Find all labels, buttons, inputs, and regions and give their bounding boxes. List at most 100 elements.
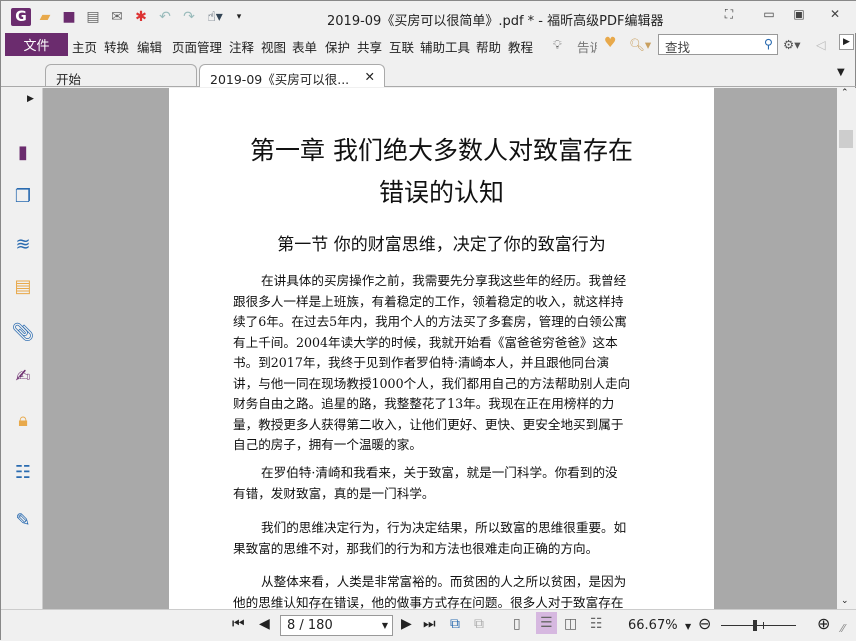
menu-view[interactable]: 视图 — [261, 37, 286, 56]
menu-page-management[interactable]: 页面管理 — [172, 37, 222, 56]
menu-connect[interactable]: 互联 — [389, 37, 414, 56]
zoom-dropdown-icon[interactable]: ▼ — [685, 622, 691, 631]
new-document-icon[interactable]: ✱ — [131, 8, 151, 26]
menu-help[interactable]: 帮助 — [476, 37, 501, 56]
zoom-slider-tick — [763, 622, 764, 629]
paragraph: 在罗伯特·清崎和我看来，关于致富，就是一门科学。你看到的没有错，发财致富，真的是… — [233, 463, 653, 504]
menu-edit[interactable]: 编辑 — [137, 37, 162, 56]
page-number-input[interactable]: 8 / 180 ▼ — [280, 615, 393, 636]
email-icon[interactable]: ✉ — [107, 8, 127, 26]
paragraph-line: 在罗伯特·清崎和我看来，关于致富，就是一门科学。你看到的没 — [261, 465, 618, 480]
last-page-icon[interactable]: ⏭ — [423, 616, 436, 632]
attachment-icon[interactable]: 📎︎ — [11, 320, 35, 344]
paragraph: 从整体来看，人类是非常富裕的。而贫困的人之所以贫困，是因为他的思维认知存在错误，… — [233, 572, 653, 609]
app-logo-icon: G — [11, 8, 31, 26]
maximize-button[interactable]: ▣ — [787, 7, 811, 25]
customize-toolbar-icon[interactable]: ▾ — [229, 8, 249, 26]
open-folder-icon[interactable]: ▰ — [35, 8, 55, 26]
previous-view-icon[interactable]: ⧉ — [450, 616, 460, 632]
gear-icon[interactable]: ⚙▾ — [783, 37, 800, 52]
tab-start[interactable]: 开始 — [45, 64, 197, 87]
paragraph-line: 在讲具体的买房操作之前，我需要先分享我这些年的经历。我曾经 — [261, 273, 627, 288]
pdf-page: 第一章 我们绝大多数人对致富存在 错误的认知 第一节 你的财富思维，决定了你的致… — [169, 88, 714, 609]
menu-file[interactable]: 文件 — [5, 33, 68, 56]
paragraph-line: 续了6年。在过去5年内，我用个人的方法买了多套房，管理的白领公寓 — [233, 314, 627, 329]
redo-icon[interactable]: ↷ — [179, 8, 199, 26]
vertical-scrollbar[interactable]: ⌃ ⌄ — [837, 88, 856, 609]
page-number: 8 / 180 — [287, 618, 333, 633]
search-folder-icon[interactable]: 🔍︎▾ — [629, 37, 651, 53]
first-page-icon[interactable]: ⏮ — [232, 616, 245, 632]
scroll-up-icon[interactable]: ⌃ — [841, 88, 849, 98]
scroll-down-icon[interactable]: ⌄ — [841, 596, 849, 606]
form-fields-icon[interactable]: ☷ — [11, 460, 35, 484]
pages-icon[interactable]: ❐ — [11, 184, 35, 208]
heart-icon[interactable]: ♥ — [604, 35, 617, 51]
paragraph-line: 量，教授更多人获得第二收入，让他们更好、更快、更安全地买到属于 — [233, 416, 624, 432]
certificate-icon[interactable]: ✎ — [11, 508, 35, 532]
single-page-icon[interactable]: ▯ — [513, 616, 521, 632]
ribbon-menu: 文件 主页 转换 编辑 页面管理 注释 视图 表单 保护 共享 互联 辅助工具 … — [1, 33, 856, 57]
tab-list-dropdown-icon[interactable]: ▼ — [837, 67, 845, 78]
menu-protect[interactable]: 保护 — [325, 37, 350, 56]
menu-comment[interactable]: 注释 — [229, 37, 254, 56]
comments-icon[interactable]: ▤ — [11, 274, 35, 298]
paragraph-line: 他的思维认知存在错误，他的做事方式存在问题。很多人对于致富存在 — [233, 594, 624, 610]
facing-pages-icon[interactable]: ◫ — [564, 616, 577, 632]
resize-grip-icon[interactable]: ⁄⁄ — [841, 622, 845, 635]
zoom-slider[interactable] — [721, 620, 796, 631]
next-view-icon[interactable]: ⧉ — [474, 616, 484, 632]
tab-label: 2019-09《买房可以很... — [210, 72, 350, 87]
security-lock-icon[interactable]: 🔒︎ — [11, 408, 35, 432]
paragraph: 在讲具体的买房操作之前，我需要先分享我这些年的经历。我曾经 跟很多人一样是上班族，… — [233, 271, 653, 456]
window-title: 2019-09《买房可以很简单》.pdf * - 福昕高级PDF编辑器 — [327, 14, 664, 29]
fullscreen-icon[interactable]: ⛶ — [717, 7, 741, 25]
continuous-page-icon[interactable]: ☰ — [536, 612, 557, 634]
menu-convert[interactable]: 转换 — [104, 37, 129, 56]
close-tab-icon[interactable]: ✕ — [365, 69, 375, 84]
page-thumbnails-icon[interactable]: ▮ — [11, 140, 35, 164]
status-bar: ⏮ ◀ 8 / 180 ▼ ▶ ⏭ ⧉ ⧉ ▯ ☰ ◫ ☷ 66.67% ▼ ⊖ … — [1, 609, 856, 641]
paragraph-line: 从整体来看，人类是非常富裕的。而贫困的人之所以贫困，是因为 — [261, 574, 627, 589]
menu-tutorial[interactable]: 教程 — [508, 37, 533, 56]
undo-icon[interactable]: ↶ — [155, 8, 175, 26]
chapter-title: 第一章 我们绝大多数人对致富存在 错误的认知 — [169, 130, 714, 214]
previous-page-icon[interactable]: ◀ — [259, 616, 270, 632]
next-page-icon[interactable]: ▶ — [401, 616, 412, 632]
close-button[interactable]: ✕ — [823, 7, 847, 25]
document-tabs: 开始 2019-09《买房可以很... ✕ ▼ — [1, 57, 856, 87]
minimize-button[interactable]: ▭ — [757, 7, 781, 25]
zoom-level[interactable]: 66.67% — [628, 618, 678, 633]
menu-form[interactable]: 表单 — [292, 37, 317, 56]
zoom-out-icon[interactable]: ⊖ — [698, 614, 711, 633]
menu-accessibility[interactable]: 辅助工具 — [420, 37, 470, 56]
paragraph-line: 果致富的思维不对，那我们的行为和方法也很难走向正确的方向。 — [233, 540, 599, 556]
search-icon[interactable]: ⚲ — [764, 36, 773, 51]
scroll-thumb[interactable] — [839, 130, 853, 148]
signature-icon[interactable]: ✍ — [11, 364, 35, 388]
scroll-left-icon[interactable]: ◁ — [816, 37, 826, 52]
paragraph-line: 有上千间。2004年读大学的时候，我就开始看《富爸爸穷爸爸》这本 — [233, 334, 618, 350]
paragraph-line: 有错，发财致富，真的是一门科学。 — [233, 485, 435, 501]
paragraph: 我们的思维决定行为，行为决定结果，所以致富的思维很重要。如果致富的思维不对，那我… — [233, 518, 653, 559]
scroll-right-icon[interactable]: ▶ — [839, 34, 854, 50]
save-icon[interactable]: ■ — [59, 8, 79, 26]
print-icon[interactable]: ▤ — [83, 8, 103, 26]
paragraph-line: 财务自由之路。追星的路，我整整花了13年。我现在正在用榜样的力 — [233, 396, 615, 411]
zoom-slider-thumb[interactable] — [752, 620, 757, 631]
tab-document[interactable]: 2019-09《买房可以很... ✕ — [199, 64, 385, 87]
search-input[interactable]: 查找 ⚲ — [658, 34, 778, 55]
menu-share[interactable]: 共享 — [357, 37, 382, 56]
menu-home[interactable]: 主页 — [72, 37, 97, 56]
tell-me[interactable]: 告诉 — [577, 37, 597, 56]
chevron-down-icon[interactable]: ▼ — [382, 621, 388, 630]
paragraph-line: 我们的思维决定行为，行为决定结果，所以致富的思维很重要。如 — [261, 520, 627, 535]
title-bar: G ▰ ■ ▤ ✉ ✱ ↶ ↷ ☝▾ ▾ 2019-09《买房可以很简单》.pd… — [1, 1, 856, 33]
zoom-in-icon[interactable]: ⊕ — [817, 614, 830, 633]
hand-tool-icon[interactable]: ☝▾ — [205, 8, 225, 26]
expand-panel-icon[interactable]: ▶ — [27, 94, 34, 104]
layers-icon[interactable]: ≋ — [11, 232, 35, 256]
section-title: 第一节 你的财富思维，决定了你的致富行为 — [277, 235, 606, 255]
document-viewer[interactable]: 第一章 我们绝大多数人对致富存在 错误的认知 第一节 你的财富思维，决定了你的致… — [43, 88, 837, 609]
continuous-facing-icon[interactable]: ☷ — [590, 616, 603, 632]
